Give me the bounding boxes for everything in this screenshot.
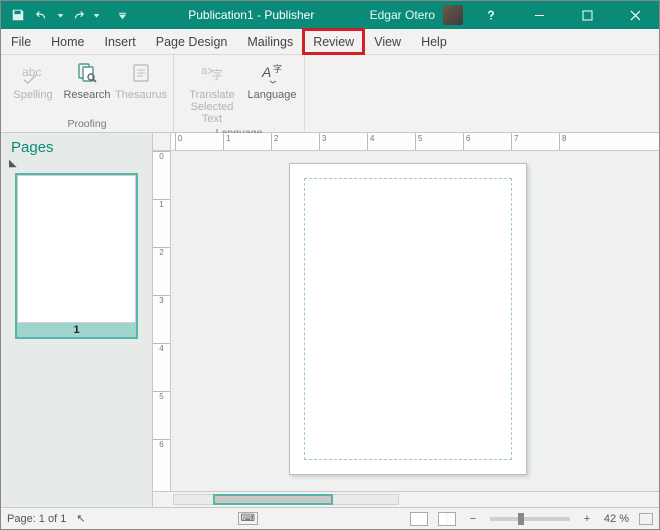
hruler-tick: 7 [511,133,559,150]
view-two-page-icon[interactable] [438,512,456,526]
vertical-ruler[interactable]: 0123456 [153,151,171,491]
title-bar: Publication1 - Publisher Edgar Otero [1,1,659,29]
hruler-tick: 6 [463,133,511,150]
tab-help[interactable]: Help [411,29,457,54]
pages-panel-header: Pages [1,133,152,158]
hruler-tick: 5 [415,133,463,150]
body: Pages ◣ 1 012345678 0123456 [1,133,659,507]
research-button[interactable]: Research [63,59,111,101]
canvas[interactable] [171,151,659,491]
tab-insert[interactable]: Insert [95,29,146,54]
research-icon [73,59,101,87]
minimize-icon[interactable] [519,1,559,29]
maximize-icon[interactable] [567,1,607,29]
svg-text:abc: abc [22,65,41,79]
thumbnail-preview [17,175,136,323]
redo-icon[interactable] [67,4,89,26]
zoom-slider[interactable] [490,517,570,521]
svg-text:A: A [261,64,271,80]
hruler-tick: 0 [175,133,223,150]
language-button[interactable]: A字 Language [248,59,296,101]
spelling-button: abc Spelling [9,59,57,101]
zoom-fit-icon[interactable] [639,513,653,525]
language-label: Language [248,89,297,101]
thesaurus-icon [127,59,155,87]
title-right: Edgar Otero [370,1,659,29]
redo-dropdown-icon[interactable] [91,4,101,26]
tab-home[interactable]: Home [41,29,94,54]
pages-collapse-toggle[interactable]: ◣ [1,158,152,169]
undo-icon[interactable] [31,4,53,26]
horizontal-ruler[interactable]: 012345678 [153,133,659,151]
page-thumbnails: 1 [1,169,152,343]
window-title: Publication1 - Publisher [133,8,370,22]
help-icon[interactable] [471,1,511,29]
horizontal-scrollbar[interactable] [153,491,659,507]
app-name: Publisher [264,8,314,22]
thumbnail-number: 1 [17,323,136,337]
hruler-tick: 8 [559,133,607,150]
vruler-tick: 2 [153,247,170,295]
group-proofing-label: Proofing [67,116,106,130]
user-name: Edgar Otero [370,8,435,22]
pages-panel: Pages ◣ 1 [1,133,153,507]
ribbon-tabs: File Home Insert Page Design Mailings Re… [1,29,659,55]
vruler-tick: 0 [153,151,170,199]
svg-text:字: 字 [211,67,223,82]
translate-label: Translate Selected Text [182,89,242,125]
tab-page-design[interactable]: Page Design [146,29,238,54]
ribbon: abc Spelling Research Thesaurus [1,55,659,133]
zoom-percent[interactable]: 42 % [604,513,629,525]
doc-title: Publication1 [188,8,253,22]
close-icon[interactable] [615,1,655,29]
group-proofing: abc Spelling Research Thesaurus [1,55,174,132]
translate-icon: a字 [198,59,226,87]
caps-indicator-icon: ⌨ [238,512,258,525]
hruler-tick: 3 [319,133,367,150]
vruler-tick: 4 [153,343,170,391]
avatar[interactable] [443,5,463,25]
svg-text:a: a [201,65,208,77]
cursor-icon: ↖ [76,512,85,525]
thesaurus-label: Thesaurus [115,89,167,101]
save-icon[interactable] [7,4,29,26]
page-1[interactable] [289,163,527,475]
vruler-tick: 1 [153,199,170,247]
language-icon: A字 [258,59,286,87]
hruler-ticks: 012345678 [175,133,659,150]
ruler-corner [153,133,171,151]
app-window: Publication1 - Publisher Edgar Otero Fil… [0,0,660,530]
zoom-out-button[interactable]: − [466,513,480,525]
group-language: a字 Translate Selected Text A字 Language L… [174,55,305,132]
spelling-icon: abc [19,59,47,87]
view-single-page-icon[interactable] [410,512,428,526]
tab-mailings[interactable]: Mailings [237,29,303,54]
editor: 012345678 0123456 [153,133,659,507]
vruler-tick: 5 [153,391,170,439]
vruler-tick: 3 [153,295,170,343]
spelling-label: Spelling [13,89,52,101]
hruler-tick: 4 [367,133,415,150]
vruler-tick: 6 [153,439,170,487]
hruler-tick: 1 [223,133,271,150]
qat-customize-icon[interactable] [111,4,133,26]
tab-review[interactable]: Review [303,29,364,54]
zoom-slider-thumb[interactable] [518,513,524,525]
scroll-thumb[interactable] [213,494,333,505]
page-thumbnail-1[interactable]: 1 [15,173,138,339]
page-margins [304,178,512,460]
thesaurus-button: Thesaurus [117,59,165,101]
page-indicator[interactable]: Page: 1 of 1 [7,513,66,525]
quick-access-toolbar [1,4,133,26]
hruler-tick: 2 [271,133,319,150]
research-label: Research [63,89,110,101]
undo-dropdown-icon[interactable] [55,4,65,26]
svg-text:字: 字 [273,63,282,74]
tab-file[interactable]: File [1,29,41,54]
tab-view[interactable]: View [364,29,411,54]
translate-button: a字 Translate Selected Text [182,59,242,125]
status-bar: Page: 1 of 1 ↖ ⌨ − + 42 % [1,507,659,529]
zoom-in-button[interactable]: + [580,513,594,525]
